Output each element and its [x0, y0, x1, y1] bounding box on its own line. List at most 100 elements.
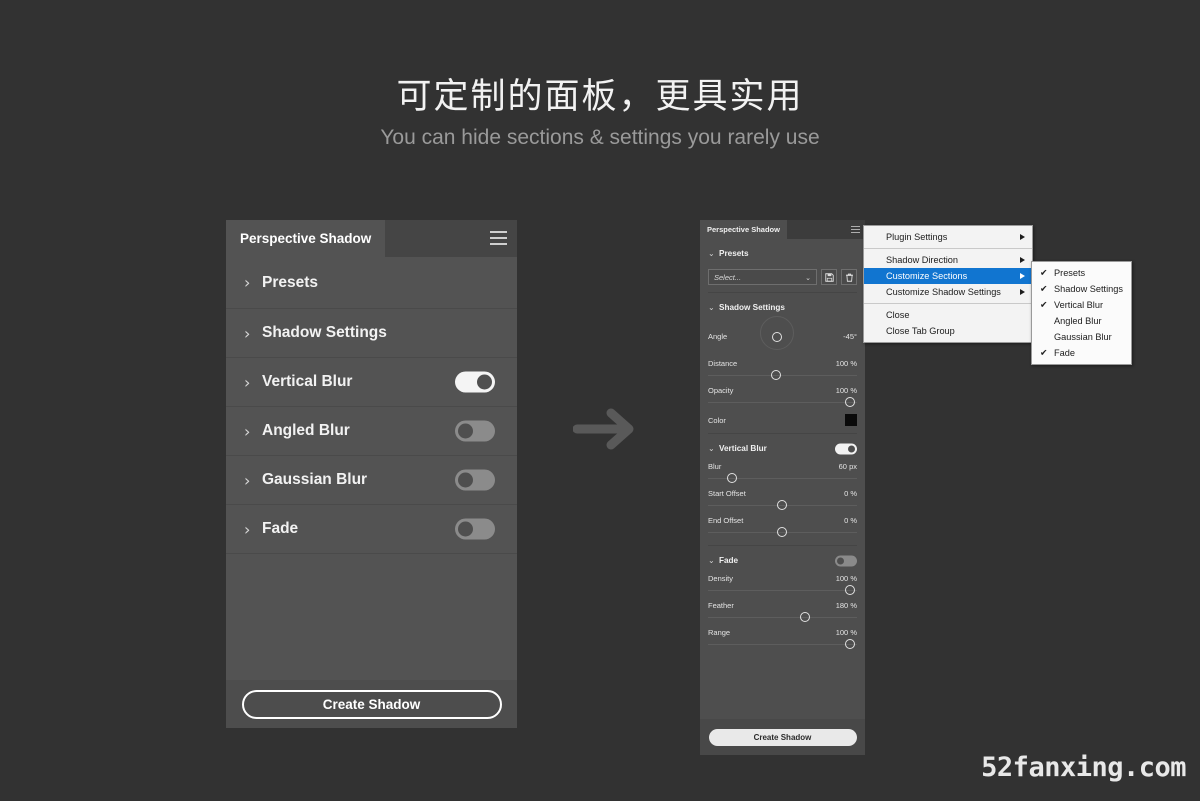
slider-knob[interactable]	[776, 500, 787, 510]
slider-knob[interactable]	[845, 397, 856, 407]
slider-knob[interactable]	[776, 527, 787, 537]
slider-track[interactable]	[708, 396, 857, 408]
slider-knob[interactable]	[800, 612, 811, 622]
control-value: 180 %	[835, 601, 857, 610]
section-header-fade[interactable]: ⌄ Fade	[708, 552, 857, 569]
tab-perspective-shadow-left[interactable]: Perspective Shadow	[226, 220, 386, 257]
toggle-gaussian-blur[interactable]	[455, 469, 495, 491]
chevron-right-icon[interactable]: ›	[244, 273, 262, 292]
panel-context-menu: Plugin Settings Shadow Direction Customi…	[863, 225, 1033, 343]
tab-label: Perspective Shadow	[707, 225, 780, 234]
submenu-item-angled-blur[interactable]: Angled Blur	[1032, 313, 1131, 329]
menu-item-label: Shadow Direction	[886, 255, 959, 265]
slider-knob[interactable]	[727, 473, 738, 483]
create-shadow-button[interactable]: Create Shadow	[241, 689, 502, 719]
check-icon: ✔	[1040, 267, 1048, 278]
check-icon: ✔	[1040, 283, 1048, 294]
submenu-item-vertical-blur[interactable]: ✔ Vertical Blur	[1032, 297, 1131, 313]
chevron-right-icon[interactable]: ›	[244, 471, 262, 490]
slider-track[interactable]	[708, 611, 857, 623]
slider-track[interactable]	[708, 638, 857, 650]
chevron-right-icon[interactable]: ›	[244, 324, 262, 343]
submenu-item-fade[interactable]: ✔ Fade	[1032, 345, 1131, 361]
hamburger-menu-icon[interactable]	[851, 226, 860, 233]
submenu-item-shadow-settings[interactable]: ✔ Shadow Settings	[1032, 281, 1131, 297]
menu-item-customize-shadow-settings[interactable]: Customize Shadow Settings	[864, 284, 1032, 300]
slider-knob[interactable]	[845, 585, 856, 595]
create-shadow-button[interactable]: Create Shadow	[708, 728, 857, 746]
control-color: Color	[708, 408, 857, 426]
menu-item-label: Close Tab Group	[886, 326, 955, 336]
menu-item-label: Close	[886, 310, 910, 320]
chevron-right-icon[interactable]: ›	[244, 520, 262, 539]
section-row-fade[interactable]: › Fade	[226, 505, 517, 554]
section-header-vertical-blur[interactable]: ⌄ Vertical Blur	[708, 440, 857, 457]
preset-select[interactable]: Select... ⌄	[708, 269, 817, 285]
page-subtitle: You can hide sections & settings you rar…	[380, 126, 820, 149]
control-label: Start Offset	[708, 489, 746, 498]
menu-separator	[864, 248, 1032, 249]
control-label: End Offset	[708, 516, 744, 525]
angle-knob[interactable]	[772, 332, 782, 342]
control-value: 0 %	[844, 516, 857, 525]
section-row-gaussian-blur[interactable]: › Gaussian Blur	[226, 456, 517, 505]
menu-item-shadow-direction[interactable]: Shadow Direction	[864, 252, 1032, 268]
menu-separator	[864, 303, 1032, 304]
menu-item-close-tab-group[interactable]: Close Tab Group	[864, 323, 1032, 339]
chevron-down-icon[interactable]: ⌄	[708, 249, 719, 258]
section-header-shadow-settings[interactable]: ⌄ Shadow Settings	[708, 299, 857, 316]
slider-knob[interactable]	[770, 370, 781, 380]
menu-item-label: Customize Sections	[886, 271, 968, 281]
control-label: Density	[708, 574, 734, 583]
color-swatch[interactable]	[845, 414, 857, 426]
control-density: Density 100 %	[708, 569, 857, 596]
chevron-right-icon[interactable]: ›	[244, 373, 262, 392]
slider-knob[interactable]	[845, 639, 856, 649]
control-start-offset: Start Offset 0 %	[708, 484, 857, 511]
submenu-item-gaussian-blur[interactable]: Gaussian Blur	[1032, 329, 1131, 345]
toggle-fade[interactable]	[835, 555, 857, 566]
slider-track[interactable]	[708, 369, 857, 381]
panel-footer-left: Create Shadow	[226, 680, 517, 728]
toggle-fade[interactable]	[455, 518, 495, 540]
slide-canvas: 可定制的面板，更具实用 You can hide sections & sett…	[0, 0, 1200, 801]
tab-perspective-shadow-right[interactable]: Perspective Shadow	[700, 220, 787, 239]
expanded-panel: Perspective Shadow ⌄ Presets Select... ⌄	[700, 220, 865, 755]
toggle-vertical-blur[interactable]	[455, 371, 495, 393]
slider-track[interactable]	[708, 499, 857, 511]
control-value: 100 %	[835, 359, 857, 368]
section-shadow-settings: ⌄ Shadow Settings Angle -45° Distance 10…	[708, 293, 857, 434]
chevron-down-icon[interactable]: ⌄	[708, 444, 719, 453]
control-range: Range 100 %	[708, 623, 857, 650]
chevron-down-icon[interactable]: ⌄	[708, 303, 719, 312]
control-value: 0 %	[844, 489, 857, 498]
slider-track[interactable]	[708, 526, 857, 538]
page-title: 可定制的面板，更具实用	[396, 77, 804, 116]
slider-track[interactable]	[708, 472, 857, 484]
chevron-right-icon[interactable]: ›	[244, 422, 262, 441]
preset-select-value: Select...	[714, 272, 742, 282]
menu-item-close[interactable]: Close	[864, 307, 1032, 323]
slider-track[interactable]	[708, 584, 857, 596]
control-label: Color	[708, 415, 726, 425]
section-row-presets[interactable]: › Presets	[226, 257, 517, 309]
toggle-vertical-blur[interactable]	[835, 443, 857, 454]
save-preset-icon[interactable]	[821, 269, 837, 285]
submenu-item-presets[interactable]: ✔ Presets	[1032, 265, 1131, 281]
submenu-item-label: Angled Blur	[1054, 316, 1102, 326]
section-row-angled-blur[interactable]: › Angled Blur	[226, 407, 517, 456]
section-label: Vertical Blur	[262, 373, 353, 390]
section-header-presets[interactable]: ⌄ Presets	[708, 245, 857, 262]
delete-preset-icon[interactable]	[841, 269, 857, 285]
section-row-shadow-settings[interactable]: › Shadow Settings	[226, 309, 517, 358]
section-label: Shadow Settings	[719, 303, 785, 312]
submenu-arrow-icon	[1020, 273, 1025, 279]
chevron-down-icon[interactable]: ⌄	[708, 556, 719, 565]
toggle-angled-blur[interactable]	[455, 420, 495, 442]
section-label: Vertical Blur	[719, 444, 767, 453]
section-label: Fade	[262, 520, 299, 537]
menu-item-plugin-settings[interactable]: Plugin Settings	[864, 229, 1032, 245]
section-row-vertical-blur[interactable]: › Vertical Blur	[226, 358, 517, 407]
menu-item-customize-sections[interactable]: Customize Sections	[864, 268, 1032, 284]
hamburger-menu-icon[interactable]	[490, 231, 507, 245]
